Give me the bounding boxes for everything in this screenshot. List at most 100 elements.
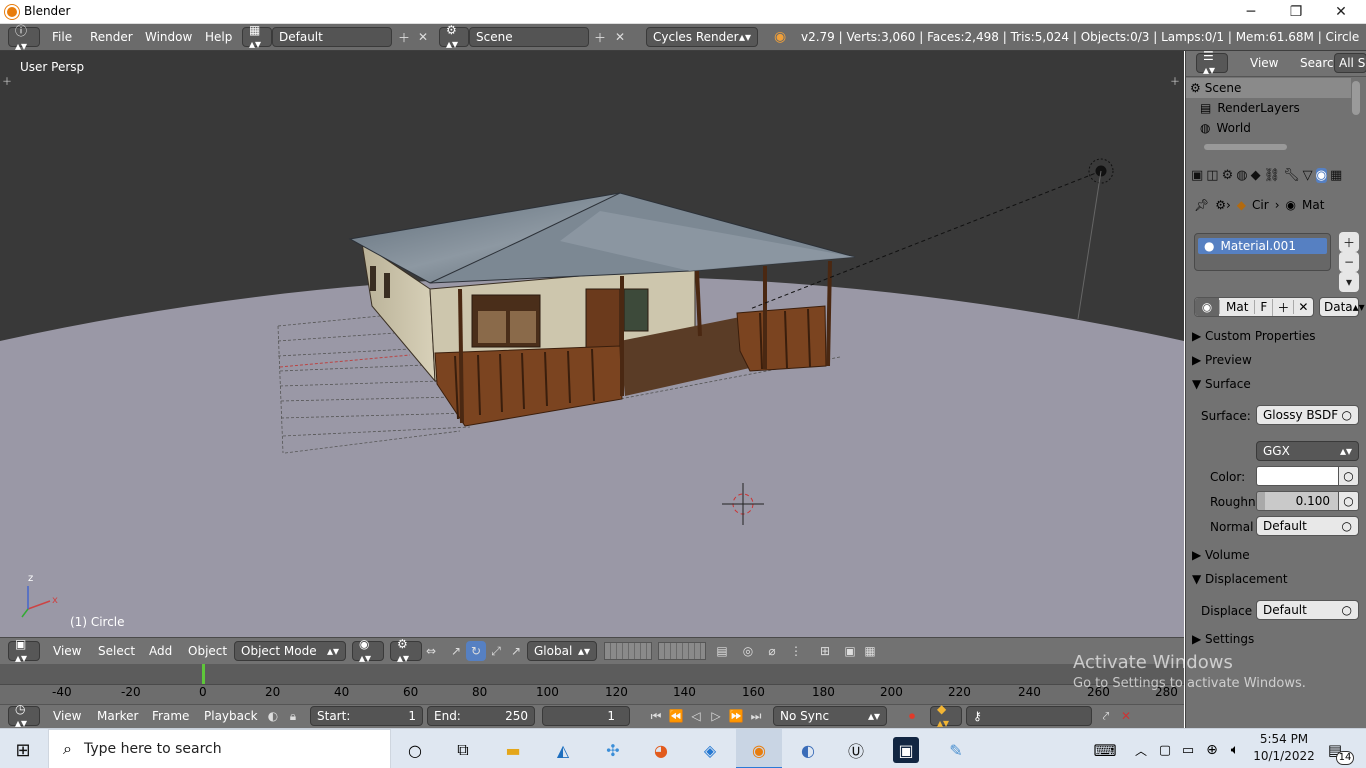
manipulator-icon[interactable]: ⇔: [421, 641, 441, 661]
play-reverse-icon[interactable]: ◁: [686, 706, 706, 726]
scene-tab-icon[interactable]: ⚙: [1222, 168, 1234, 183]
distribution-dropdown[interactable]: GGX ▴▾: [1256, 441, 1359, 461]
add-slot-icon[interactable]: ＋: [1339, 232, 1359, 252]
start-frame-field[interactable]: Start: 1: [310, 706, 423, 726]
tl-menu-marker[interactable]: Marker: [97, 709, 138, 723]
firefox-icon[interactable]: ◕: [648, 737, 674, 763]
shading-dropdown[interactable]: ◉ ▴▾: [352, 637, 384, 665]
panel-settings[interactable]: ▶ Settings: [1192, 629, 1362, 649]
roughness-link-icon[interactable]: ○: [1338, 491, 1359, 511]
panel-displacement[interactable]: ▼ Displacement: [1192, 569, 1362, 589]
file-explorer-icon[interactable]: ▬: [500, 737, 526, 763]
keyboard-icon[interactable]: ⌨: [1092, 737, 1118, 763]
dolphin-app-icon[interactable]: ◭: [550, 737, 576, 763]
maximize-button[interactable]: ❐: [1273, 0, 1319, 24]
vp-menu-add[interactable]: Add: [149, 644, 172, 658]
play-icon[interactable]: ▷: [706, 706, 726, 726]
world-tab-icon[interactable]: ◍: [1236, 168, 1247, 183]
current-frame-marker[interactable]: [202, 664, 205, 684]
windows-start-icon[interactable]: ⊞: [10, 737, 36, 763]
fake-user-button[interactable]: F: [1254, 300, 1272, 314]
jump-start-icon[interactable]: ⏮: [646, 706, 666, 726]
app-icon-diamond[interactable]: ◈: [697, 737, 723, 763]
panel-custom-properties[interactable]: ▶ Custom Properties: [1192, 326, 1362, 346]
taskbar-search-box[interactable]: ⌕ Type here to search: [48, 729, 391, 768]
properties-editor[interactable]: ▣ ◫ ⚙ ◍ ◆ ⛓ 🔧︎ ▽ ◉ ▦ 📌︎ ⚙› ◆ Cir › ◉ Mat…: [1185, 157, 1366, 728]
jump-keyframe-back-icon[interactable]: ⏪: [666, 706, 686, 726]
color-swatch[interactable]: [1256, 466, 1339, 486]
panel-surface[interactable]: ▼ Surface: [1192, 374, 1362, 394]
timeline[interactable]: -40 -20 0 20 40 60 80 100 120 140 160 18…: [0, 664, 1184, 704]
snap-element-icon[interactable]: ⋮: [786, 641, 806, 661]
editor-type-info-button[interactable]: ⓘ ▴▾: [8, 24, 40, 53]
editor-type-3dview-button[interactable]: ▣ ▴▾: [8, 637, 40, 665]
battery-icon[interactable]: ▭: [1175, 737, 1201, 763]
tl-menu-frame[interactable]: Frame: [152, 709, 189, 723]
properties-toggle-icon[interactable]: ＋: [1170, 73, 1180, 88]
render-tab-icon[interactable]: ▣: [1191, 168, 1203, 183]
toolshelf-toggle-icon[interactable]: ＋: [2, 73, 12, 88]
render-image-icon[interactable]: ▣: [840, 641, 860, 661]
snap-icon[interactable]: ⌀: [762, 641, 782, 661]
add-scene-icon[interactable]: ＋: [590, 27, 610, 47]
volume-icon[interactable]: 🔈︎: [1222, 737, 1248, 763]
keying-icon[interactable]: ◆ ▴▾: [930, 702, 962, 730]
minimize-button[interactable]: ─: [1228, 0, 1274, 24]
remove-screen-icon[interactable]: ✕: [413, 27, 433, 47]
unreal-engine-icon[interactable]: Ⓤ: [843, 737, 869, 763]
object-tab-icon[interactable]: ◆: [1251, 168, 1261, 183]
menu-window[interactable]: Window: [145, 30, 192, 44]
network-app-icon[interactable]: ✣: [600, 737, 626, 763]
unlink-material-icon[interactable]: ✕: [1293, 300, 1312, 314]
rotate-manipulator-icon[interactable]: ↻: [466, 641, 486, 661]
screen-layout-field[interactable]: Default: [272, 27, 392, 47]
viewport-canvas[interactable]: [0, 51, 1184, 637]
outliner-item-renderlayers[interactable]: ▤ RenderLayers: [1186, 98, 1351, 118]
outliner-item-scene[interactable]: ⚙ Scene: [1186, 78, 1351, 98]
cortana-icon[interactable]: ○: [402, 737, 428, 763]
outliner-h-scrollbar[interactable]: [1204, 144, 1287, 150]
menu-render[interactable]: Render: [90, 30, 133, 44]
render-animation-icon[interactable]: ▦: [860, 641, 880, 661]
panel-volume[interactable]: ▶ Volume: [1192, 545, 1362, 565]
sync-dropdown[interactable]: No Sync ▴▾: [773, 706, 887, 726]
screen-layout-icon[interactable]: ▦ ▴▾: [242, 23, 272, 51]
normal-dropdown[interactable]: Default ○: [1256, 516, 1359, 536]
modifiers-tab-icon[interactable]: 🔧︎: [1283, 168, 1300, 183]
blender-taskbar-icon[interactable]: ◉: [746, 737, 772, 763]
material-tab-icon[interactable]: ◉: [1315, 167, 1327, 183]
surface-shader-dropdown[interactable]: Glossy BSDF ○: [1256, 405, 1359, 425]
vp-menu-select[interactable]: Select: [98, 644, 135, 658]
scale-manipulator-icon[interactable]: ⤢: [486, 641, 506, 661]
orientation-dropdown[interactable]: Global ▴▾: [527, 641, 597, 661]
vp-menu-object[interactable]: Object: [188, 644, 227, 658]
snap-target-icon[interactable]: ⊞: [815, 641, 835, 661]
editor-type-timeline-button[interactable]: ◷ ▴▾: [8, 702, 40, 730]
proportional-edit-icon[interactable]: ◎: [738, 641, 758, 661]
keying-set-field[interactable]: ⚷: [966, 706, 1092, 726]
displace-dropdown[interactable]: Default ○: [1256, 600, 1359, 620]
pin-icon[interactable]: 📌︎: [1194, 198, 1209, 212]
3d-viewport[interactable]: User Persp x z (1) Circle ＋ ＋: [0, 51, 1184, 637]
layers-grid-b[interactable]: [658, 642, 706, 660]
lock-range-icon[interactable]: 🔒︎: [283, 706, 303, 726]
task-view-icon[interactable]: ⧉: [450, 737, 476, 763]
menu-help[interactable]: Help: [205, 30, 232, 44]
outliner-item-world[interactable]: ◍ World: [1186, 118, 1351, 138]
renderlayers-tab-icon[interactable]: ◫: [1206, 168, 1218, 183]
scale-manipulator-icon-2[interactable]: ↗: [506, 641, 526, 661]
paint-app-icon[interactable]: ✎: [943, 737, 969, 763]
translate-manipulator-icon[interactable]: ↗: [446, 641, 466, 661]
mode-dropdown[interactable]: Object Mode ▴▾: [234, 641, 346, 661]
preview-range-icon[interactable]: ◐: [263, 706, 283, 726]
record-icon[interactable]: ⏺: [902, 706, 922, 726]
outliner-filter-dropdown[interactable]: All Sc: [1334, 53, 1366, 73]
insert-keyframe-icon[interactable]: ⤤: [1096, 706, 1116, 726]
scene-selector-icon[interactable]: ⚙ ▴▾: [439, 23, 469, 51]
jump-end-icon[interactable]: ⏭: [746, 706, 766, 726]
add-screen-icon[interactable]: ＋: [394, 27, 414, 47]
pivot-dropdown[interactable]: ⚙ ▴▾: [390, 637, 422, 665]
delete-keyframe-icon[interactable]: ✕: [1116, 706, 1136, 726]
remove-scene-icon[interactable]: ✕: [610, 27, 630, 47]
outliner[interactable]: ☰ ▴▾ View Search All Sc ⚙Scene ▤RenderLa…: [1185, 49, 1366, 157]
